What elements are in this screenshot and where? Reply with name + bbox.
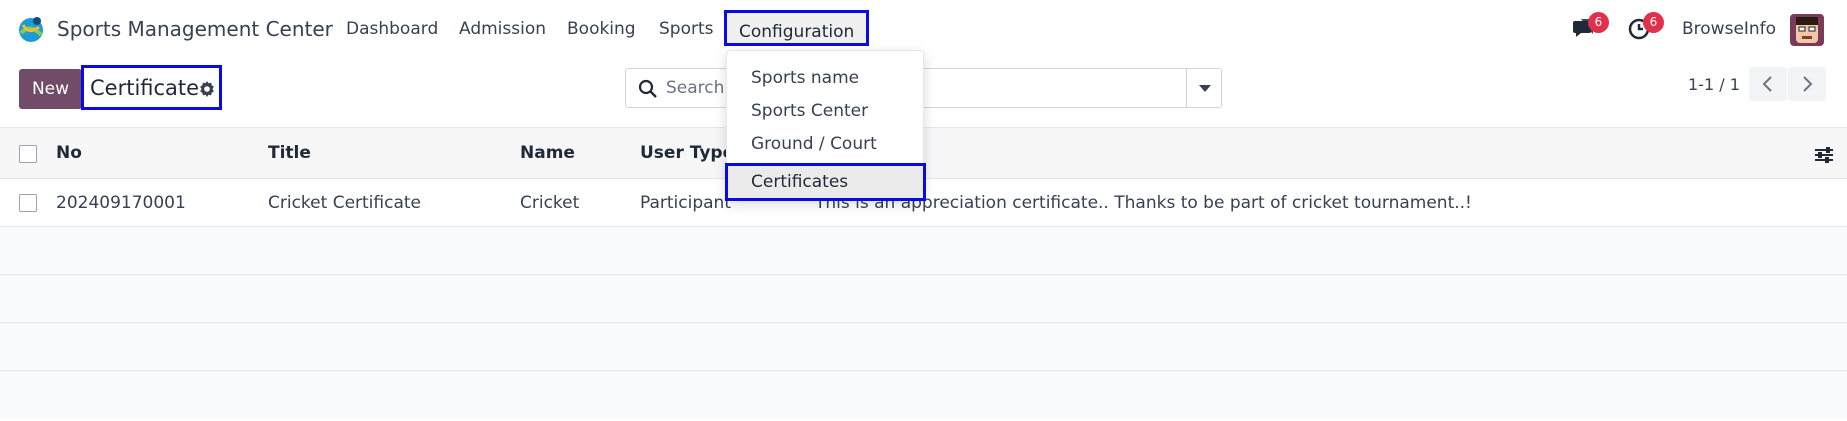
- chevron-left-icon: [1762, 76, 1772, 92]
- empty-row: [0, 371, 1847, 419]
- user-name[interactable]: BrowseInfo: [1682, 19, 1776, 39]
- pager-previous-button[interactable]: [1749, 67, 1787, 101]
- cell-no: 202409170001: [56, 193, 186, 213]
- configuration-dropdown: Sports name Sports Center Ground / Court…: [725, 50, 926, 201]
- page-title: Certificate: [90, 76, 200, 100]
- menu-admission[interactable]: Admission: [459, 19, 546, 39]
- breadcrumb: Certificate: [81, 65, 222, 110]
- top-navbar: Sports Management Center Dashboard Admis…: [0, 0, 1847, 58]
- menu-sports[interactable]: Sports: [659, 19, 714, 39]
- cell-name: Cricket: [520, 193, 580, 213]
- avatar[interactable]: [1790, 14, 1824, 46]
- app-logo-icon[interactable]: [17, 15, 45, 43]
- search-options-toggle[interactable]: [1186, 68, 1222, 108]
- caret-down-icon: [1199, 85, 1211, 92]
- search-icon: [638, 79, 658, 99]
- app-name[interactable]: Sports Management Center: [57, 17, 333, 41]
- empty-row: [0, 275, 1847, 323]
- row-checkbox[interactable]: [19, 194, 37, 212]
- messages-badge: 6: [1588, 12, 1609, 33]
- menu-dashboard[interactable]: Dashboard: [346, 19, 438, 39]
- select-all-checkbox[interactable]: [19, 145, 37, 163]
- sliders-icon[interactable]: [1814, 146, 1834, 164]
- pager-value[interactable]: 1-1 / 1: [1688, 75, 1740, 94]
- activities-badge: 6: [1643, 12, 1664, 33]
- new-button[interactable]: New: [19, 69, 82, 109]
- chevron-right-icon: [1803, 76, 1813, 92]
- cell-title: Cricket Certificate: [268, 193, 421, 213]
- menu-booking[interactable]: Booking: [567, 19, 636, 39]
- column-header-no[interactable]: No: [56, 143, 82, 163]
- menu-configuration[interactable]: Configuration: [724, 10, 870, 46]
- cell-user-type: Participant: [640, 193, 732, 213]
- dropdown-item-certificates[interactable]: Certificates: [725, 163, 926, 201]
- gear-icon[interactable]: [198, 80, 216, 98]
- pager-next-button[interactable]: [1788, 67, 1826, 101]
- empty-row: [0, 227, 1847, 275]
- dropdown-item-sports-name[interactable]: Sports name: [727, 62, 925, 94]
- dropdown-item-ground-court[interactable]: Ground / Court: [727, 128, 925, 160]
- column-header-user-type[interactable]: User Type: [640, 143, 734, 163]
- column-header-title[interactable]: Title: [268, 143, 311, 163]
- dropdown-item-sports-center[interactable]: Sports Center: [727, 95, 925, 127]
- empty-row: [0, 323, 1847, 371]
- column-header-name[interactable]: Name: [520, 143, 575, 163]
